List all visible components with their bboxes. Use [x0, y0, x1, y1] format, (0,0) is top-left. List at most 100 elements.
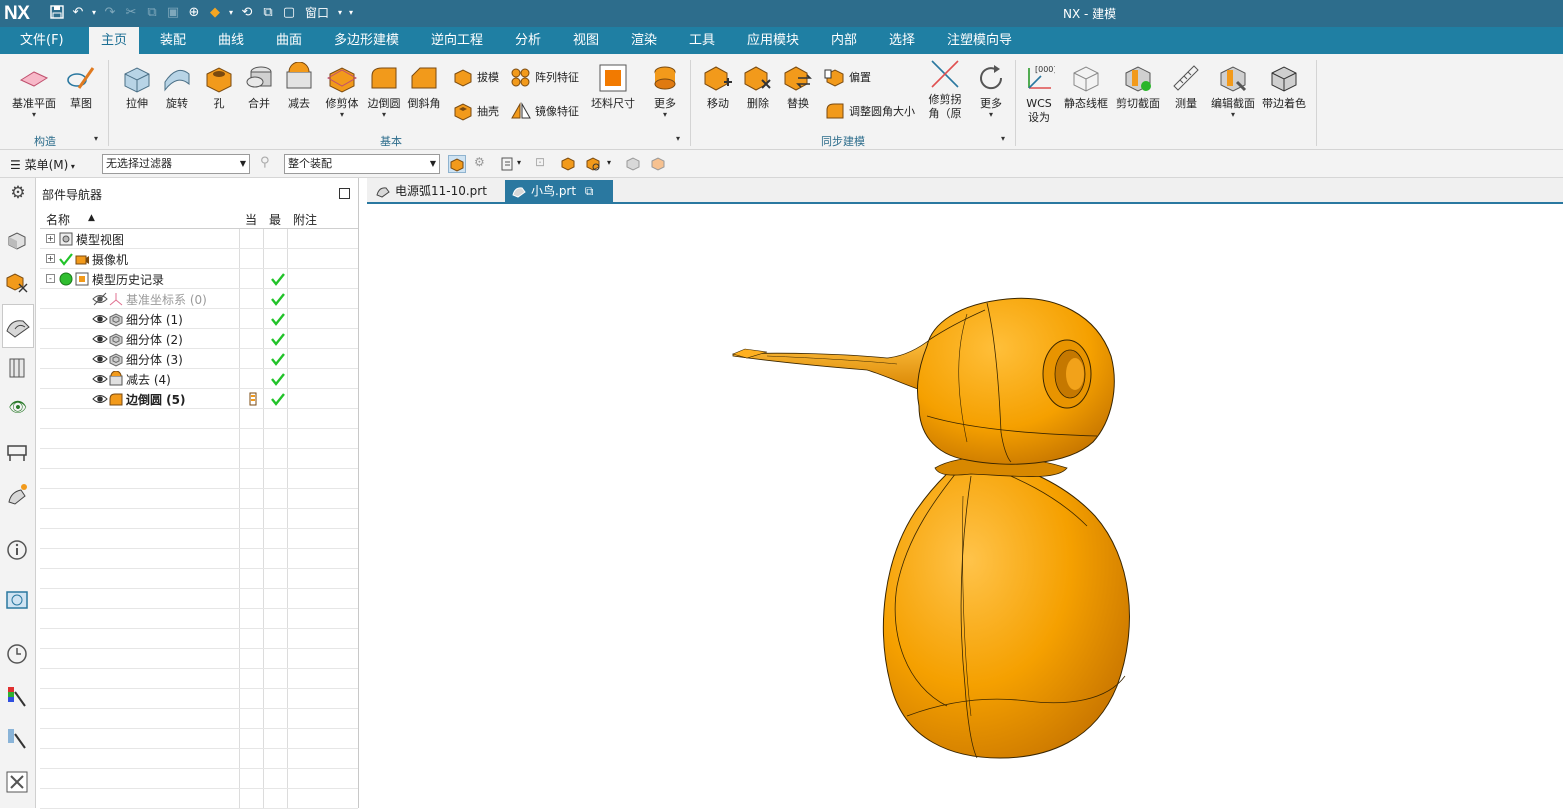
reset-filter-icon[interactable]: ⚲ — [260, 155, 278, 173]
selection-intent-dropdown-icon[interactable]: ▾ — [517, 158, 535, 176]
column-header-comment[interactable]: 附注 — [293, 211, 317, 228]
doc-tab-active[interactable]: 小鸟.prt ⧉ ✕ — [505, 180, 613, 220]
tab-polygon-modeling[interactable]: 多边形建模 — [322, 27, 411, 54]
unite-button[interactable]: 合并 — [240, 62, 278, 111]
trim-body-button[interactable]: 修剪体 ▾ — [322, 62, 362, 119]
shaded-view-icon[interactable] — [625, 155, 643, 173]
pattern-feature-button[interactable]: 阵列特征 — [510, 66, 579, 88]
window-dropdown-icon[interactable]: ▾ — [336, 4, 344, 22]
stock-size-button[interactable]: 坯料尺寸 — [590, 62, 636, 111]
sort-ascending-icon[interactable]: ▲ — [88, 213, 95, 223]
popout-icon[interactable]: ⧉ — [585, 184, 594, 198]
basic-group-dropdown-icon[interactable]: ▾ — [676, 134, 680, 143]
table-row[interactable]: + 摄像机 — [40, 249, 358, 269]
expand-icon[interactable]: + — [46, 234, 55, 243]
column-header-latest[interactable]: 最 — [269, 211, 281, 228]
touch-mode-icon[interactable]: ◆ — [206, 4, 224, 22]
tab-curve[interactable]: 曲线 — [206, 27, 256, 54]
customize-qat-icon[interactable]: ▾ — [347, 4, 355, 22]
sync-group-dropdown-icon[interactable]: ▾ — [1001, 134, 1005, 143]
part-navigator-icon[interactable] — [2, 304, 34, 348]
expand-icon[interactable]: + — [46, 254, 55, 263]
move-face-button[interactable]: 移动 — [698, 62, 738, 111]
column-header-current[interactable]: 当 — [245, 211, 257, 228]
table-row[interactable]: 边倒圆 (5) — [40, 389, 358, 409]
tab-internal[interactable]: 内部 — [819, 27, 869, 54]
eye-icon[interactable] — [92, 351, 108, 367]
cut-icon[interactable]: ✂ — [122, 4, 140, 22]
selection-intent-icon[interactable] — [499, 155, 517, 173]
clock-history-icon[interactable] — [5, 642, 31, 668]
mirror-feature-button[interactable]: 镜像特征 — [510, 100, 579, 122]
undo-icon[interactable]: ↶ — [69, 4, 87, 22]
shell-button[interactable]: 抽壳 — [452, 100, 499, 122]
hole-button[interactable]: 孔 — [200, 62, 238, 111]
table-row[interactable]: 减去 (4) — [40, 369, 358, 389]
collapse-icon[interactable]: - — [46, 274, 55, 283]
palette-icon[interactable] — [5, 588, 31, 614]
table-row[interactable]: 细分体 (1) — [40, 309, 358, 329]
clip-section-button[interactable]: 剪切截面 — [1114, 62, 1162, 111]
extrude-button[interactable]: 拉伸 — [118, 62, 156, 111]
selection-filter-select[interactable]: 无选择过滤器 ▼ — [102, 154, 250, 174]
window-menu[interactable]: 窗口 — [301, 4, 333, 22]
eye-icon[interactable] — [92, 311, 108, 327]
shaded-with-edges-button[interactable]: 带边着色 — [1260, 62, 1308, 111]
web-browser-icon[interactable] — [5, 482, 31, 508]
doc-tab[interactable]: 电源弧11-10.prt — [369, 180, 503, 204]
snap-point-icon[interactable]: ⊡ — [535, 155, 553, 173]
select-components-icon[interactable]: ⚙ — [474, 155, 492, 173]
reuse-library-icon[interactable] — [5, 356, 31, 382]
resize-blend-button[interactable]: 调整圆角大小 — [824, 100, 915, 122]
trim-corner-button[interactable]: 修剪拐角（原 — [924, 58, 966, 121]
tab-render[interactable]: 渲染 — [619, 27, 669, 54]
repeat-command-icon[interactable]: ⊕ — [185, 4, 203, 22]
hidden-eye-icon[interactable] — [92, 291, 108, 307]
tab-home[interactable]: 主页 — [89, 27, 140, 54]
color-palette-icon[interactable] — [5, 684, 31, 710]
revolve-button[interactable]: 旋转 — [158, 62, 196, 111]
chamfer-button[interactable]: 倒斜角 — [404, 62, 444, 111]
column-header-name[interactable]: 名称 — [46, 211, 70, 228]
tab-view[interactable]: 视图 — [561, 27, 611, 54]
tab-file[interactable]: 文件(F) — [8, 27, 76, 54]
tab-assembly[interactable]: 装配 — [148, 27, 198, 54]
hd3d-tools-icon[interactable] — [5, 440, 31, 466]
paste-icon[interactable]: ▣ — [164, 4, 182, 22]
touch-mode-dropdown-icon[interactable]: ▾ — [227, 4, 235, 22]
tab-analysis[interactable]: 分析 — [503, 27, 553, 54]
tab-tools[interactable]: 工具 — [677, 27, 727, 54]
assembly-navigator-icon[interactable] — [5, 228, 31, 254]
bird-model[interactable] — [367, 206, 1563, 806]
table-row[interactable]: 细分体 (3) — [40, 349, 358, 369]
basic-more-button[interactable]: 更多 ▾ — [646, 62, 684, 119]
graphics-window[interactable]: 电源弧11-10.prt 小鸟.prt ⧉ ✕ — [367, 178, 1563, 808]
static-wireframe-button[interactable]: 静态线框 — [1062, 62, 1110, 111]
eye-icon[interactable] — [92, 391, 108, 407]
subtract-button[interactable]: 减去 — [280, 62, 318, 111]
edit-section-button[interactable]: 编辑截面 ▾ — [1208, 62, 1258, 119]
offset-face-button[interactable]: 偏置 — [824, 66, 871, 88]
edge-blend-button[interactable]: 边倒圆 ▾ — [364, 62, 404, 119]
delete-face-button[interactable]: 删除 — [738, 62, 778, 111]
visibility-check-icon[interactable] — [58, 251, 74, 267]
assembly-scope-select[interactable]: 整个装配 ▼ — [284, 154, 440, 174]
eye-icon[interactable] — [92, 331, 108, 347]
table-row[interactable]: - 模型历史记录 — [40, 269, 358, 289]
tab-mold-wizard[interactable]: 注塑模向导 — [935, 27, 1024, 54]
window-icon[interactable]: ▢ — [280, 4, 298, 22]
roles-icon[interactable] — [5, 726, 31, 752]
save-icon[interactable] — [48, 4, 66, 22]
construct-group-dropdown-icon[interactable]: ▾ — [94, 134, 98, 143]
sync-more-button[interactable]: 更多 ▾ — [972, 62, 1010, 119]
tab-applications[interactable]: 应用模块 — [735, 27, 811, 54]
table-row[interactable]: + 模型视图 — [40, 229, 358, 249]
draft-button[interactable]: 拔模 — [452, 66, 499, 88]
switch-window-icon[interactable]: ⟲ — [238, 4, 256, 22]
table-row[interactable]: 基准坐标系 (0) — [40, 289, 358, 309]
eye-icon[interactable] — [92, 371, 108, 387]
tab-selection[interactable]: 选择 — [877, 27, 927, 54]
datum-plane-button[interactable]: 基准平面 ▾ — [11, 62, 57, 119]
sketch-button[interactable]: 草图 — [63, 62, 99, 111]
window-layout-icon[interactable]: ⧉ — [259, 4, 277, 22]
